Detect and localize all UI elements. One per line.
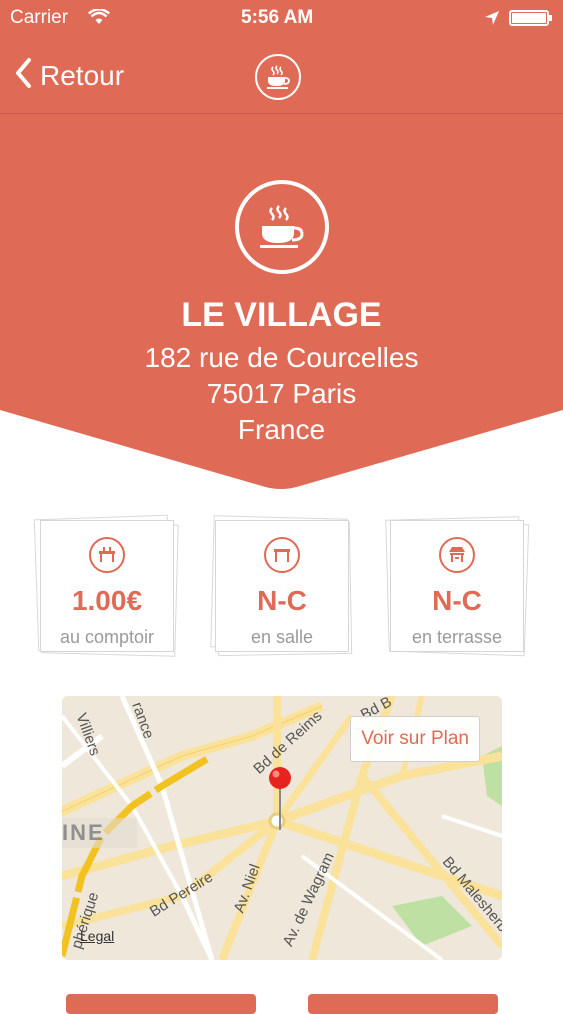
terrace-icon: [439, 537, 475, 573]
coffee-cup-icon: [255, 54, 301, 100]
price-label: en terrasse: [411, 627, 503, 647]
address-street: 182 rue de Courcelles: [144, 342, 419, 373]
nav-bar: Retour: [0, 36, 563, 114]
price-label: au comptoir: [59, 627, 155, 647]
map-pin-icon: [268, 766, 292, 837]
price-card-terrace: N-C en terrasse: [385, 516, 530, 657]
status-bar: Carrier 5:56 AM: [0, 0, 563, 36]
price-value: 1.00€: [71, 585, 143, 616]
district-label: INE: [62, 820, 105, 845]
action-button-right[interactable]: [308, 994, 498, 1014]
counter-icon: [89, 537, 125, 573]
table-icon: [264, 537, 300, 573]
price-card-counter: 1.00€ au comptoir: [33, 514, 179, 657]
wifi-icon: [88, 8, 110, 30]
chevron-left-icon: [14, 57, 40, 96]
map-view[interactable]: Bd de Reims Bd B Villiers rance INE Bd P…: [62, 696, 502, 960]
place-name: LE VILLAGE: [181, 296, 382, 334]
back-label: Retour: [40, 60, 125, 91]
view-on-map-button[interactable]: Voir sur Plan: [350, 716, 480, 762]
price-value: N-C: [432, 585, 482, 616]
back-button[interactable]: Retour: [14, 56, 124, 96]
location-arrow-icon: [484, 10, 500, 31]
address-city: 75017 Paris: [206, 378, 357, 409]
price-card-room: N-C en salle: [210, 515, 353, 657]
clock: 5:56 AM: [241, 7, 314, 28]
price-value: N-C: [257, 585, 307, 616]
coffee-cup-icon: [235, 180, 329, 274]
carrier-label: Carrier: [10, 7, 69, 28]
price-label: en salle: [250, 627, 314, 647]
action-button-left[interactable]: [66, 994, 256, 1014]
legal-link[interactable]: Legal: [80, 928, 114, 944]
battery-icon: [509, 10, 553, 31]
address-country: France: [237, 414, 326, 445]
